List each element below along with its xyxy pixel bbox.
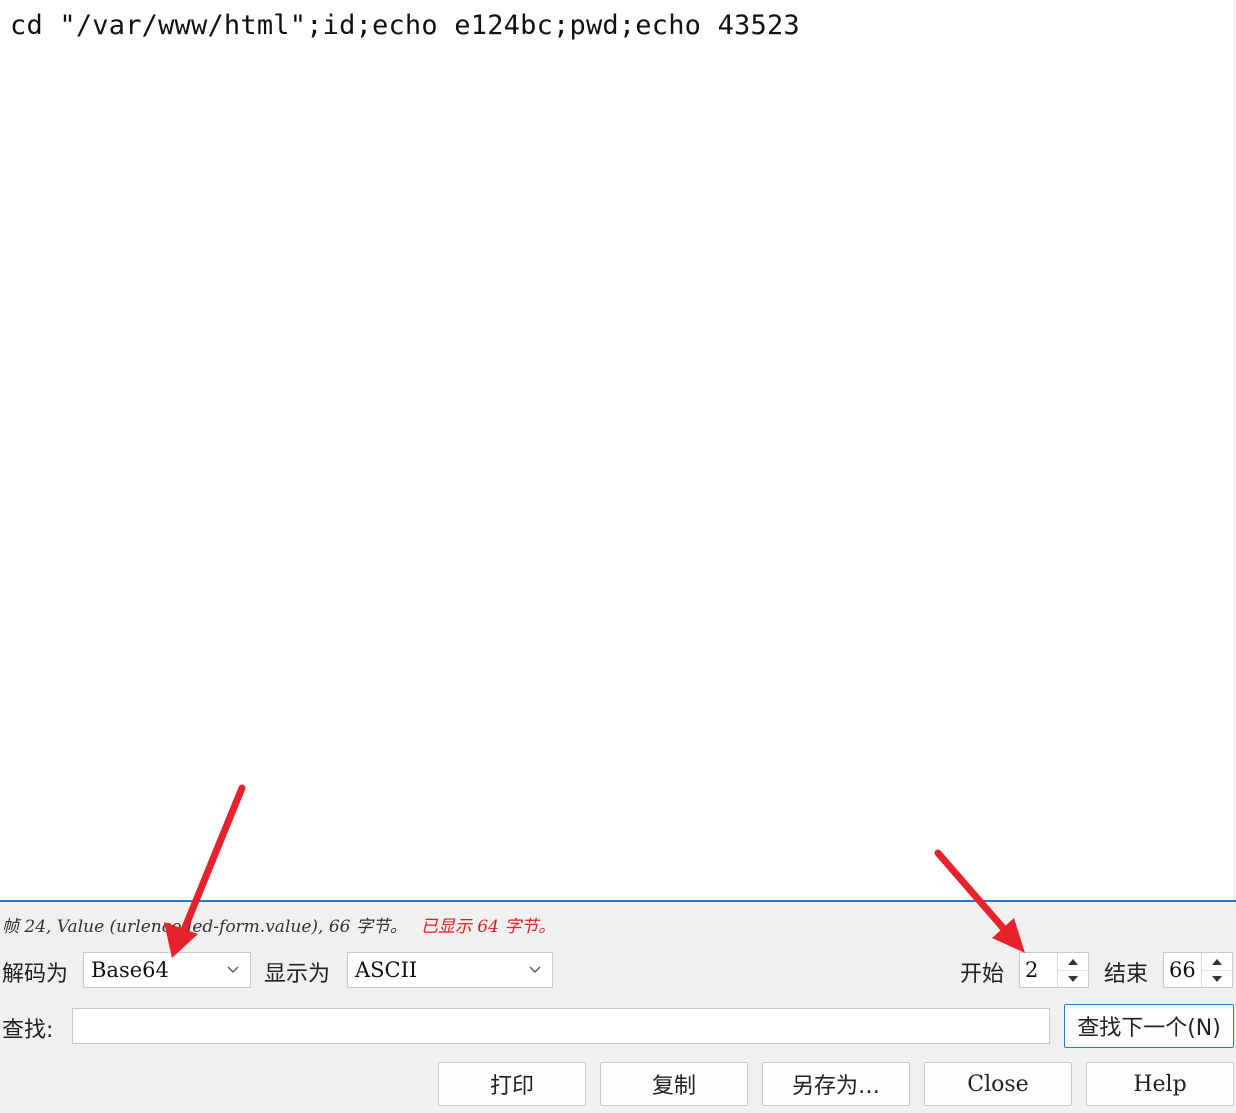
display-label: 显示为	[264, 962, 331, 987]
decode-value: Base64	[91, 958, 169, 982]
display-select[interactable]: ASCII	[347, 952, 553, 988]
packet-bytes-view: cd "/var/www/html";id;echo e124bc;pwd;ec…	[0, 0, 1235, 900]
status-warning: 已显示 64 字节。	[420, 917, 556, 937]
save-as-button[interactable]: 另存为…	[762, 1062, 910, 1106]
close-button[interactable]: Close	[924, 1062, 1072, 1106]
arrow-up-icon	[1068, 958, 1078, 965]
print-button[interactable]: 打印	[438, 1062, 586, 1106]
decrement-button[interactable]	[1058, 970, 1088, 987]
decoded-text: cd "/var/www/html";id;echo e124bc;pwd;ec…	[10, 10, 800, 41]
decrement-button[interactable]	[1202, 970, 1232, 987]
decode-select[interactable]: Base64	[83, 952, 251, 988]
start-stepper	[1057, 953, 1088, 987]
display-value: ASCII	[355, 958, 418, 982]
end-label: 结束	[1104, 962, 1149, 987]
decode-label: 解码为	[2, 962, 69, 987]
end-stepper	[1201, 953, 1232, 987]
start-spinbox[interactable]: 2	[1019, 952, 1089, 988]
copy-button[interactable]: 复制	[600, 1062, 748, 1106]
increment-button[interactable]	[1058, 953, 1088, 971]
chevron-down-icon	[227, 966, 239, 973]
end-value: 66	[1169, 958, 1196, 982]
arrow-up-icon	[1212, 958, 1222, 965]
increment-button[interactable]	[1202, 953, 1232, 971]
start-label: 开始	[960, 962, 1005, 987]
find-next-button[interactable]: 查找下一个(N)	[1064, 1004, 1234, 1048]
arrow-down-icon	[1212, 975, 1222, 982]
chevron-down-icon	[529, 966, 541, 973]
status-info: 帧 24, Value (urlencoded-form.value), 66 …	[2, 917, 407, 937]
start-value: 2	[1025, 958, 1039, 982]
help-button[interactable]: Help	[1086, 1062, 1234, 1106]
status-line: 帧 24, Value (urlencoded-form.value), 66 …	[2, 912, 555, 937]
search-label: 查找:	[2, 1018, 54, 1043]
arrow-down-icon	[1068, 975, 1078, 982]
search-input[interactable]	[72, 1008, 1050, 1044]
end-spinbox[interactable]: 66	[1163, 952, 1233, 988]
